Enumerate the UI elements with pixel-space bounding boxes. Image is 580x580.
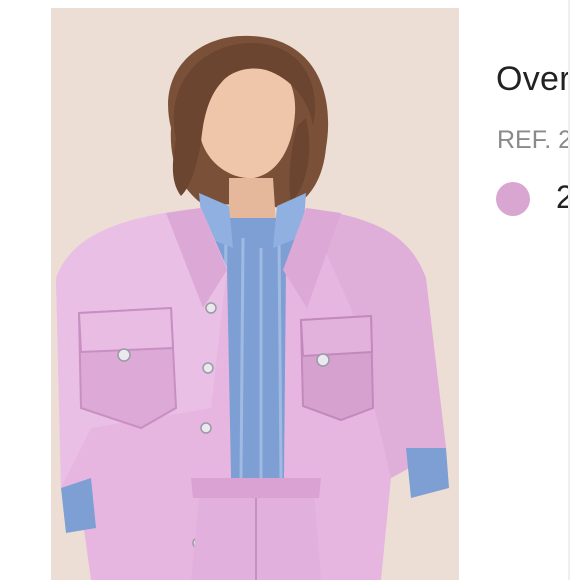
product-image[interactable] bbox=[51, 8, 459, 580]
scrollbar-edge bbox=[568, 0, 570, 580]
color-count: 2 bbox=[556, 179, 568, 215]
product-reference: REF. 2 bbox=[497, 126, 568, 154]
product-photo-illustration bbox=[51, 8, 459, 580]
color-swatch[interactable] bbox=[496, 182, 530, 216]
product-title[interactable]: Over bbox=[496, 60, 568, 99]
